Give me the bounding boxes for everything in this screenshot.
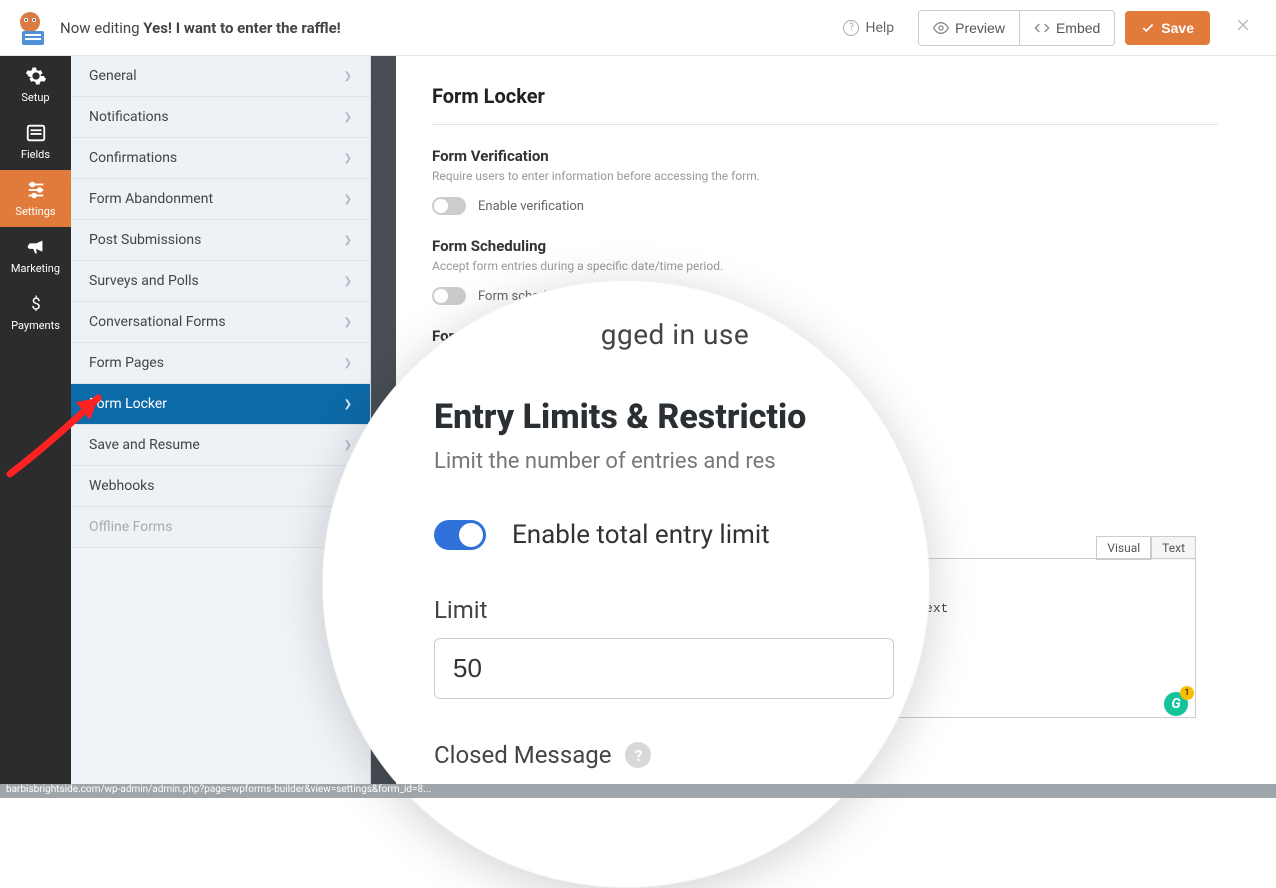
settings-panel: General❯ Notifications❯ Confirmations❯ F… <box>71 56 371 784</box>
chevron-right-icon: ❯ <box>344 112 352 123</box>
settings-item-save-resume[interactable]: Save and Resume❯ <box>71 425 370 466</box>
settings-item-general[interactable]: General❯ <box>71 56 370 97</box>
settings-item-post-submissions[interactable]: Post Submissions❯ <box>71 220 370 261</box>
nav-settings-label: Settings <box>15 205 55 218</box>
closed-message-row: Closed Message ? <box>434 741 876 769</box>
embed-label: Embed <box>1056 20 1100 36</box>
nav-marketing[interactable]: Marketing <box>0 227 71 284</box>
chevron-right-icon: ❯ <box>344 194 352 205</box>
scheduling-desc: Accept form entries during a specific da… <box>432 259 1218 273</box>
help-label: Help <box>865 20 894 36</box>
limit-input[interactable] <box>434 638 894 699</box>
nav-setup-label: Setup <box>21 91 49 104</box>
embed-button[interactable]: Embed <box>1020 11 1114 45</box>
nav-payments-label: Payments <box>11 319 60 332</box>
grammarly-icon[interactable]: G <box>1164 692 1188 716</box>
page-title: Form Locker <box>432 84 1218 108</box>
status-url: barbisbrightside.com/wp-admin/admin.php?… <box>6 784 431 795</box>
wpforms-logo[interactable] <box>10 8 50 48</box>
verification-toggle[interactable] <box>432 197 466 215</box>
help-link[interactable]: ? Help <box>829 12 908 44</box>
entry-limit-toggle-row: Enable total entry limit <box>434 520 876 550</box>
nav-payments[interactable]: $ Payments <box>0 284 71 341</box>
preview-embed-group: Preview Embed <box>918 10 1115 46</box>
preview-label: Preview <box>955 20 1005 36</box>
chevron-right-icon: ❯ <box>344 317 352 328</box>
entry-limit-toggle[interactable] <box>434 520 486 550</box>
list-icon <box>25 122 47 144</box>
nav-fields-label: Fields <box>21 148 50 161</box>
tab-visual[interactable]: Visual <box>1096 536 1151 560</box>
now-editing-prefix: Now editing <box>60 19 143 37</box>
scheduling-toggle[interactable] <box>432 287 466 305</box>
save-button[interactable]: Save <box>1125 11 1210 45</box>
divider <box>432 124 1218 125</box>
now-editing-label: Now editing Yes! I want to enter the raf… <box>60 19 341 37</box>
scheduling-title: Form Scheduling <box>432 237 1218 255</box>
close-button[interactable] <box>1220 15 1266 40</box>
settings-item-surveys-polls[interactable]: Surveys and Polls❯ <box>71 261 370 302</box>
nav-settings[interactable]: Settings <box>0 170 71 227</box>
form-title: Yes! I want to enter the raffle! <box>143 19 340 37</box>
svg-text:$: $ <box>31 296 40 315</box>
topbar-left: Now editing Yes! I want to enter the raf… <box>10 8 341 48</box>
save-label: Save <box>1161 20 1194 36</box>
chevron-right-icon: ❯ <box>344 440 352 451</box>
chevron-right-icon: ❯ <box>344 71 352 82</box>
closed-message-label: Closed Message <box>434 741 611 769</box>
verification-toggle-label: Enable verification <box>478 199 584 214</box>
tab-text[interactable]: Text <box>1151 536 1196 560</box>
status-bar: barbisbrightside.com/wp-admin/admin.php?… <box>0 784 1276 798</box>
nav-setup[interactable]: Setup <box>0 56 71 113</box>
help-icon: ? <box>843 20 859 36</box>
bullhorn-icon <box>25 236 47 258</box>
chevron-right-icon: ❯ <box>344 399 352 410</box>
verification-toggle-row: Enable verification <box>432 197 1218 215</box>
settings-item-confirmations[interactable]: Confirmations❯ <box>71 138 370 179</box>
close-icon <box>1234 16 1252 34</box>
chevron-right-icon: ❯ <box>344 153 352 164</box>
top-bar: Now editing Yes! I want to enter the raf… <box>0 0 1276 56</box>
limit-label: Limit <box>434 596 876 624</box>
entry-limit-toggle-label: Enable total entry limit <box>512 520 770 550</box>
nav-marketing-label: Marketing <box>11 262 60 275</box>
preview-button[interactable]: Preview <box>919 11 1020 45</box>
settings-item-form-pages[interactable]: Form Pages❯ <box>71 343 370 384</box>
editor-tabs: Visual Text <box>1096 536 1196 560</box>
chevron-right-icon: ❯ <box>344 276 352 287</box>
entry-limits-subheading: Limit the number of entries and res <box>434 449 876 474</box>
settings-item-notifications[interactable]: Notifications❯ <box>71 97 370 138</box>
settings-item-form-abandonment[interactable]: Form Abandonment❯ <box>71 179 370 220</box>
verification-desc: Require users to enter information befor… <box>432 169 1218 183</box>
settings-item-conversational-forms[interactable]: Conversational Forms❯ <box>71 302 370 343</box>
entry-limits-heading: Entry Limits & Restrictio <box>434 397 876 437</box>
gear-icon <box>25 65 47 87</box>
dollar-icon: $ <box>25 293 47 315</box>
code-icon <box>1034 20 1050 36</box>
help-tooltip-icon[interactable]: ? <box>625 742 651 768</box>
topbar-right: ? Help Preview Embed Save <box>829 10 1266 46</box>
check-icon <box>1141 21 1155 35</box>
verification-title: Form Verification <box>432 147 1218 165</box>
chevron-right-icon: ❯ <box>344 235 352 246</box>
settings-item-form-locker[interactable]: Form Locker❯ <box>71 384 370 425</box>
settings-item-webhooks[interactable]: Webhooks❯ <box>71 466 370 507</box>
left-nav: Setup Fields Settings Marketing $ Paymen… <box>0 56 71 784</box>
nav-fields[interactable]: Fields <box>0 113 71 170</box>
eye-icon <box>933 20 949 36</box>
chevron-right-icon: ❯ <box>344 358 352 369</box>
sliders-icon <box>25 179 47 201</box>
